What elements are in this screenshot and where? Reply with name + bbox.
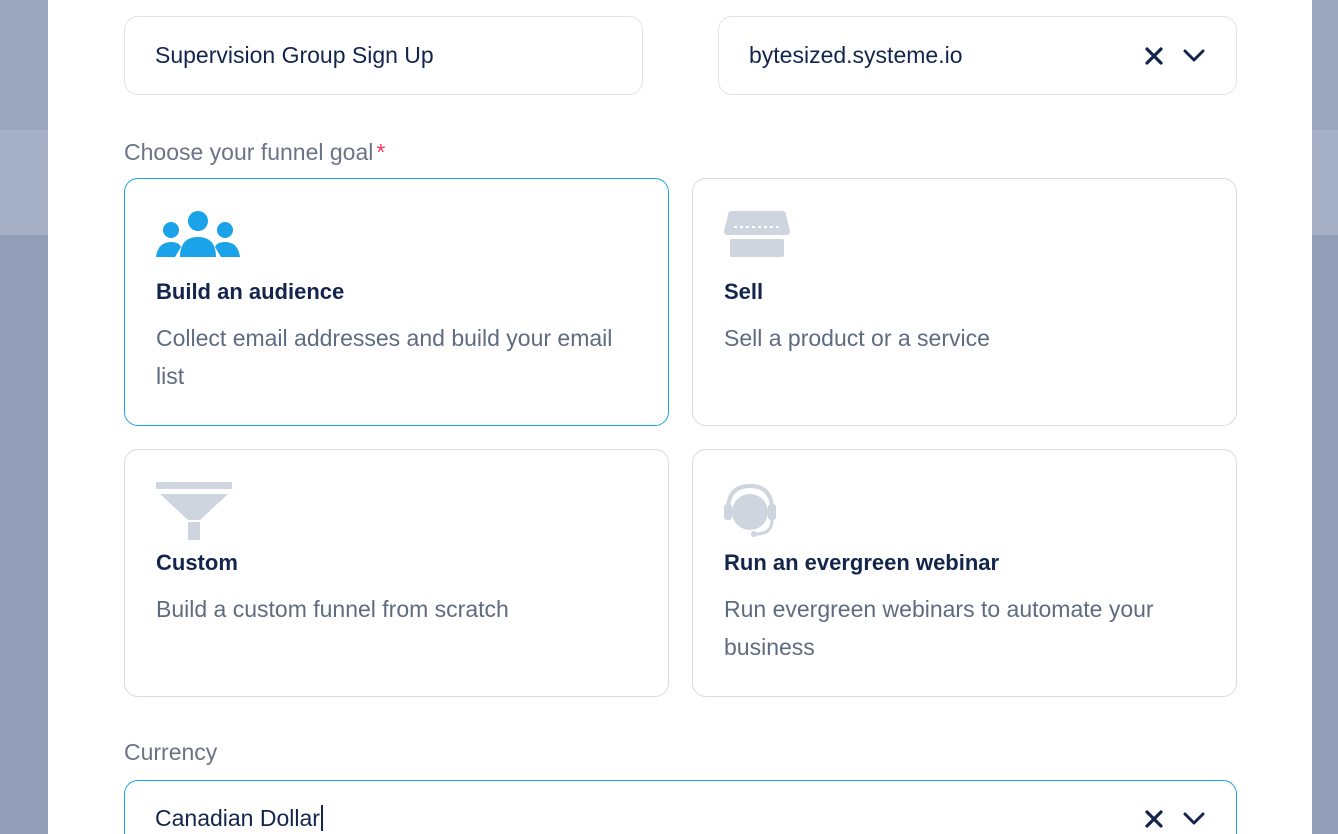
funnel-name-value: Supervision Group Sign Up [155, 42, 434, 68]
domain-select-value: bytesized.systeme.io [749, 42, 963, 68]
goal-card-build-audience[interactable]: Build an audience Collect email addresse… [124, 178, 669, 426]
goal-card-custom[interactable]: Custom Build a custom funnel from scratc… [124, 449, 669, 697]
goal-title: Run an evergreen webinar [724, 550, 1000, 575]
people-icon [156, 211, 240, 264]
funnel-goal-label: Choose your funnel goal * [124, 139, 385, 166]
funnel-goal-label-text: Choose your funnel goal [124, 139, 374, 165]
currency-label: Currency [124, 739, 218, 765]
currency-select[interactable]: Canadian Dollar [124, 780, 1237, 834]
funnel-icon [156, 482, 232, 547]
funnel-name-input[interactable]: Supervision Group Sign Up [124, 16, 643, 95]
goal-description: Run evergreen webinars to automate your … [724, 596, 1154, 660]
chevron-down-icon[interactable] [1182, 48, 1206, 64]
headset-icon [724, 482, 776, 543]
currency-select-value: Canadian Dollar [155, 805, 320, 831]
goal-description: Build a custom funnel from scratch [156, 596, 509, 622]
goal-card-webinar[interactable]: Run an evergreen webinar Run evergreen w… [692, 449, 1237, 697]
close-icon[interactable] [1144, 809, 1164, 829]
currency-select-value-wrap: Canadian Dollar [125, 805, 1144, 832]
backdrop-right [1312, 0, 1338, 834]
goal-title: Build an audience [156, 279, 345, 304]
goal-card-sell[interactable]: Sell Sell a product or a service [692, 178, 1237, 426]
required-marker: * [376, 139, 386, 165]
goal-title: Custom [156, 550, 238, 575]
goal-description: Collect email addresses and build your e… [156, 325, 613, 389]
backdrop-left [0, 0, 48, 834]
chevron-down-icon[interactable] [1182, 811, 1206, 827]
goal-description: Sell a product or a service [724, 325, 990, 351]
domain-select[interactable]: bytesized.systeme.io [718, 16, 1237, 95]
goal-title: Sell [724, 279, 764, 304]
storefront-icon [724, 211, 790, 264]
text-cursor [320, 805, 323, 831]
close-icon[interactable] [1144, 46, 1164, 66]
